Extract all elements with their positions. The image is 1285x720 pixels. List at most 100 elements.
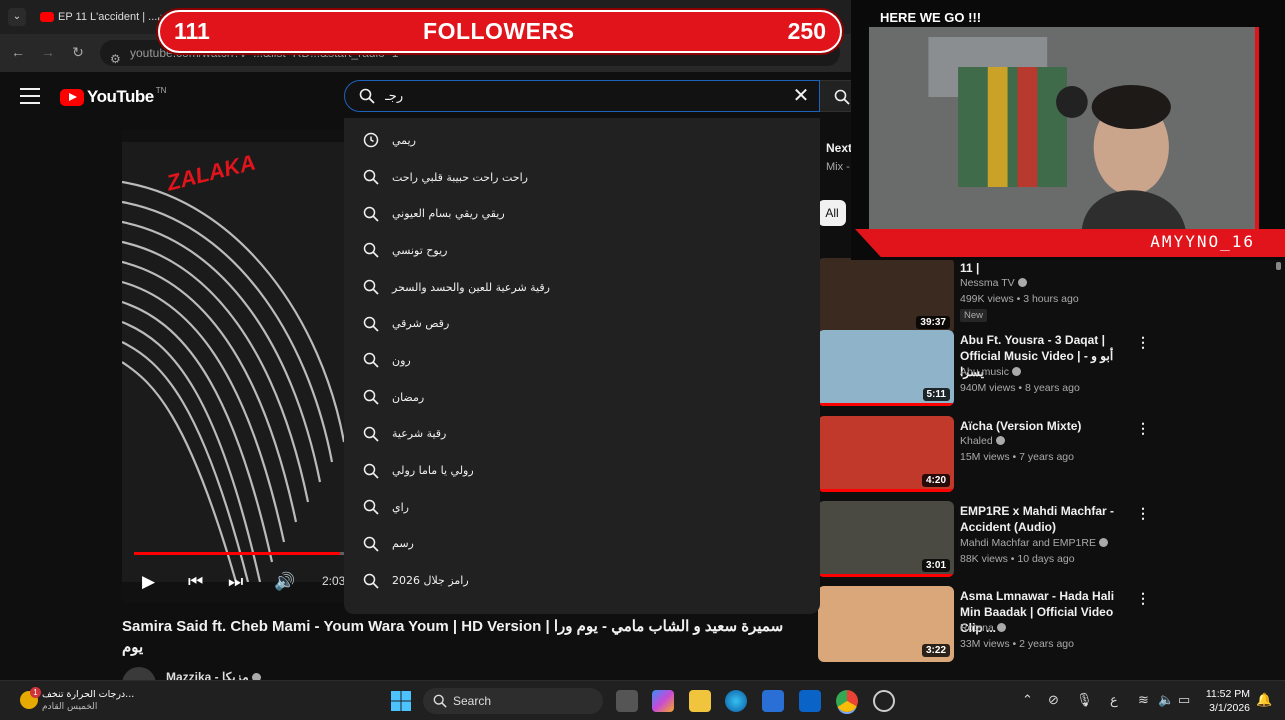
suggestion-text: رقية شرعية bbox=[392, 427, 447, 441]
show-hidden-icons-chevron-icon[interactable]: ⌃ bbox=[1022, 692, 1033, 708]
video-channel[interactable]: Rotana bbox=[960, 622, 1006, 634]
notifications-icon[interactable]: 🔔 bbox=[1256, 692, 1272, 708]
related-video[interactable]: 5:11 Abu Ft. Yousra - 3 Daqat | Official … bbox=[818, 330, 1258, 410]
search-icon bbox=[363, 206, 379, 222]
search-suggestion[interactable]: ريوح تونسي bbox=[344, 232, 820, 269]
back-arrow-icon[interactable]: ← bbox=[8, 44, 28, 60]
keyboard-language[interactable]: ع bbox=[1110, 692, 1118, 708]
related-video[interactable]: 39:37 11 | Nessma TV 499K views • 3 hours a… bbox=[818, 258, 1258, 338]
related-video[interactable]: 3:22 Asma Lmnawar - Hada Hali Min Baadak … bbox=[818, 586, 1258, 666]
file-explorer-icon[interactable] bbox=[689, 690, 711, 712]
wifi-icon[interactable]: ≋ bbox=[1138, 692, 1149, 708]
search-suggestion[interactable]: ريقي ريقي بسام العيوني bbox=[344, 195, 820, 232]
search-suggestion[interactable]: راي bbox=[344, 489, 820, 526]
video-channel[interactable]: Abu music bbox=[960, 366, 1022, 378]
video-thumbnail[interactable]: 39:37 bbox=[818, 258, 954, 334]
search-input[interactable] bbox=[385, 85, 765, 107]
copilot-icon[interactable] bbox=[652, 690, 674, 712]
suggestion-text: رسم bbox=[392, 537, 414, 551]
related-video[interactable]: 4:20 Aïcha (Version Mixte) Khaled 15M views… bbox=[818, 416, 1258, 496]
playlist-next-label: Next bbox=[826, 141, 853, 155]
reload-icon[interactable]: ↻ bbox=[68, 44, 88, 61]
video-thumbnail[interactable]: 3:22 bbox=[818, 586, 954, 662]
youtube-logo[interactable]: YouTube TN bbox=[60, 86, 166, 108]
battery-icon[interactable]: ▭ bbox=[1178, 692, 1190, 708]
more-actions-icon[interactable]: ⋮ bbox=[1136, 420, 1150, 436]
weather-widget[interactable]: 1 درجات الحرارة تنخف... الخميس القادم bbox=[20, 687, 150, 715]
chrome-icon[interactable] bbox=[836, 690, 858, 712]
video-channel-text: Rotana bbox=[960, 622, 994, 634]
previous-icon[interactable]: ⏮ bbox=[188, 572, 203, 592]
search-suggestion[interactable]: رمضان bbox=[344, 379, 820, 416]
volume-tray-icon[interactable]: 🔈 bbox=[1158, 692, 1174, 708]
volume-icon[interactable]: 🔊 bbox=[274, 572, 295, 592]
search-suggestion[interactable]: راحت راحت حبيبة قلبي راحت bbox=[344, 159, 820, 196]
settings-gear-icon[interactable] bbox=[873, 690, 895, 712]
edge-icon[interactable] bbox=[725, 690, 747, 712]
play-icon[interactable]: ▶ bbox=[142, 572, 155, 592]
suggestion-text: ريمي bbox=[392, 133, 416, 147]
task-view-icon[interactable] bbox=[616, 690, 638, 712]
video-title[interactable]: 11 | bbox=[960, 260, 1135, 276]
system-clock[interactable]: 11:52 PM 3/1/2026 bbox=[1200, 687, 1250, 715]
clear-search-icon[interactable]: ✕ bbox=[791, 86, 811, 106]
video-channel-text: Mahdi Machfar and EMP1RE bbox=[960, 537, 1096, 549]
store-icon[interactable] bbox=[762, 690, 784, 712]
microphone-icon[interactable]: 🎙 bbox=[1076, 692, 1093, 708]
video-channel[interactable]: Khaled bbox=[960, 435, 1005, 447]
search-suggestion[interactable]: رقية شرعية bbox=[344, 416, 820, 453]
youtube-play-icon bbox=[60, 88, 84, 106]
player-time: 2:03 bbox=[322, 574, 344, 588]
next-icon[interactable]: ⏭ bbox=[228, 572, 243, 592]
video-player[interactable]: ZALAKA ▶ ⏮ ⏭ 🔊 2:03 bbox=[122, 130, 344, 603]
filter-chip-all[interactable]: All bbox=[818, 200, 846, 226]
weather-badge: 1 bbox=[30, 687, 41, 698]
search-icon bbox=[363, 389, 379, 405]
guide-menu-icon[interactable] bbox=[20, 88, 40, 104]
search-icon bbox=[363, 426, 379, 442]
more-actions-icon[interactable]: ⋮ bbox=[1136, 334, 1150, 350]
video-title[interactable]: EMP1RE x Mahdi Machfar - Accident (Audio… bbox=[960, 503, 1135, 535]
more-actions-icon[interactable]: ⋮ bbox=[1136, 505, 1150, 521]
taskbar-search-label: Search bbox=[453, 694, 492, 708]
clock-date: 3/1/2026 bbox=[1209, 702, 1250, 714]
related-video[interactable]: 3:01 EMP1RE x Mahdi Machfar - Accident (A… bbox=[818, 501, 1258, 581]
search-suggestion[interactable]: رون bbox=[344, 342, 820, 379]
windows-start-icon[interactable] bbox=[390, 690, 412, 712]
forward-arrow-icon[interactable]: → bbox=[38, 44, 58, 60]
network-off-icon[interactable]: ⊘ bbox=[1048, 692, 1059, 708]
search-suggestion[interactable]: ريمي bbox=[344, 122, 820, 159]
search-suggestion[interactable]: رامز جلال 2026 bbox=[344, 562, 820, 599]
video-artwork bbox=[122, 142, 344, 582]
search-suggestion[interactable]: رسم bbox=[344, 526, 820, 563]
sidebar-scrollbar[interactable] bbox=[1276, 262, 1281, 270]
video-thumbnail[interactable]: 5:11 bbox=[818, 330, 954, 406]
player-progress-bar[interactable] bbox=[134, 552, 344, 555]
webcam-name-bar: AMYYNO_16 bbox=[855, 229, 1285, 257]
search-suggestion[interactable]: رولي يا ماما رولي bbox=[344, 452, 820, 489]
video-duration: 3:01 bbox=[921, 559, 950, 572]
video-thumbnail[interactable]: 3:01 bbox=[818, 501, 954, 577]
taskbar-search-icon bbox=[433, 694, 447, 708]
tab-list-chevron-icon[interactable]: ⌄ bbox=[8, 8, 26, 26]
search-icon bbox=[363, 243, 379, 259]
suggestion-text: رون bbox=[392, 353, 411, 367]
video-channel[interactable]: Mahdi Machfar and EMP1RE bbox=[960, 537, 1108, 549]
followers-goal: 250 bbox=[787, 18, 826, 44]
suggestion-text: ريقي ريقي بسام العيوني bbox=[392, 207, 505, 221]
site-info-icon[interactable]: ⚙ bbox=[110, 46, 121, 66]
webcam-title: HERE WE GO !!! bbox=[880, 10, 982, 25]
more-actions-icon[interactable]: ⋮ bbox=[1136, 590, 1150, 606]
verified-badge-icon bbox=[1012, 367, 1022, 376]
search-suggestion[interactable]: رقص شرقي bbox=[344, 305, 820, 342]
search-icon bbox=[363, 316, 379, 332]
video-title[interactable]: Aïcha (Version Mixte) bbox=[960, 418, 1135, 434]
video-channel-text: Nessma TV bbox=[960, 277, 1015, 289]
search-suggestion[interactable]: رقية شرعية للعين والحسد والسحر bbox=[344, 269, 820, 306]
outlook-icon[interactable] bbox=[799, 690, 821, 712]
taskbar-search[interactable]: Search bbox=[423, 688, 603, 714]
suggestion-text: راحت راحت حبيبة قلبي راحت bbox=[392, 170, 528, 184]
video-thumbnail[interactable]: 4:20 bbox=[818, 416, 954, 492]
video-duration: 39:37 bbox=[916, 316, 950, 329]
video-channel[interactable]: Nessma TV bbox=[960, 277, 1027, 289]
